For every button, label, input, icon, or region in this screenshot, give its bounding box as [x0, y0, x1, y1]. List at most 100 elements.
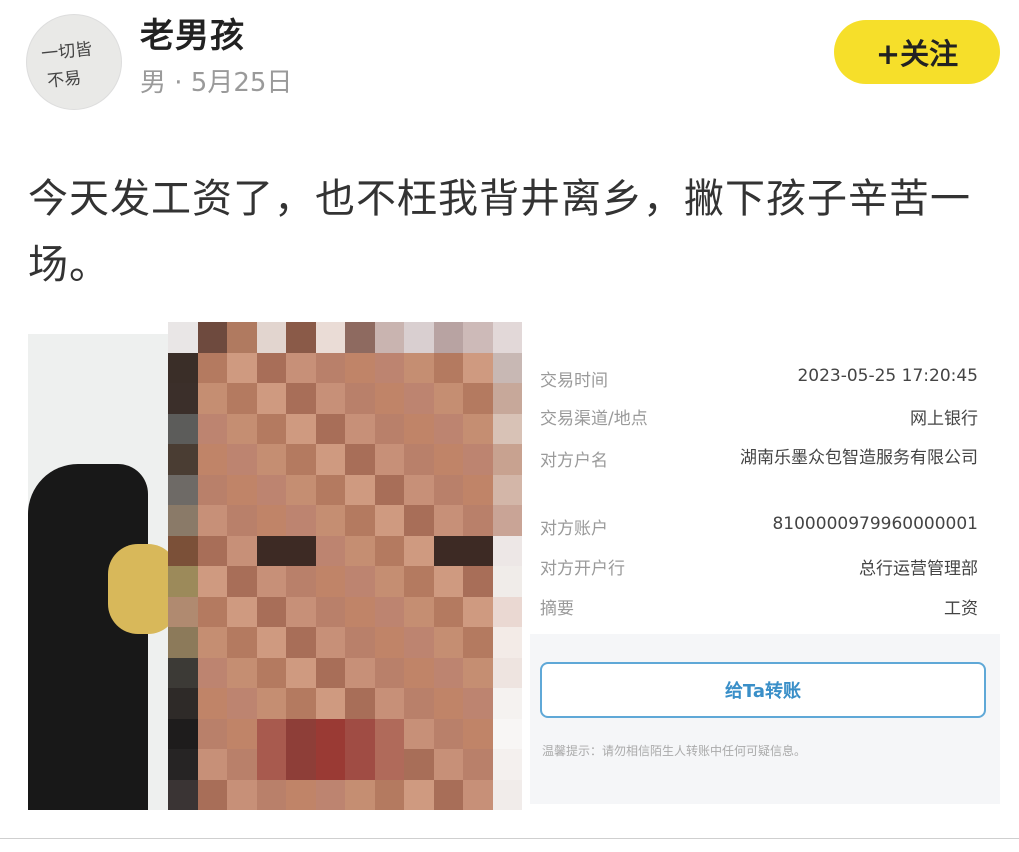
mosaic-tile [227, 474, 257, 505]
follow-button[interactable]: +关注 [834, 20, 1000, 84]
mosaic-tile [168, 718, 198, 749]
mosaic-tile [345, 688, 375, 719]
mosaic-tile [315, 779, 345, 810]
mosaic-tile [315, 749, 345, 780]
mosaic-tile [315, 688, 345, 719]
avatar-scribble-line1: 一切皆 [40, 39, 94, 65]
mosaic-tile [286, 657, 316, 688]
receipt-row: 对方户名 湖南乐墨众包智造服务有限公司 [540, 446, 978, 471]
mosaic-tile [227, 596, 257, 627]
mosaic-tile [168, 322, 198, 353]
mosaic-tile [492, 566, 522, 597]
mosaic-tile [227, 627, 257, 658]
mosaic-tile [345, 779, 375, 810]
post-meta: 男 · 5月25日 [140, 68, 293, 98]
mosaic-tile [492, 383, 522, 414]
mosaic-tile [492, 474, 522, 505]
mosaic-tile [315, 596, 345, 627]
mosaic-tile [374, 779, 404, 810]
mosaic-tile [168, 474, 198, 505]
mosaic-tile [197, 779, 227, 810]
mosaic-tile [197, 749, 227, 780]
mosaic-tile [315, 627, 345, 658]
photo-shadow-figure [28, 464, 148, 810]
receipt-row: 交易渠道/地点 网上银行 [540, 404, 978, 429]
mosaic-tile [404, 474, 434, 505]
mosaic-tile [463, 505, 493, 536]
mosaic-tile [286, 749, 316, 780]
mosaic-tile [227, 444, 257, 475]
mosaic-tile [168, 566, 198, 597]
mosaic-tile [492, 505, 522, 536]
receipt-label: 对方开户行 [540, 559, 625, 579]
mosaic-tile [463, 322, 493, 353]
mosaic-tile [227, 352, 257, 383]
mosaic-tile [315, 322, 345, 353]
mosaic-tile [374, 718, 404, 749]
username[interactable]: 老男孩 [140, 8, 245, 57]
photo-left[interactable] [28, 334, 168, 810]
mosaic-tile [315, 474, 345, 505]
mosaic-tile [345, 657, 375, 688]
mosaic-tile [286, 535, 316, 566]
receipt-label: 对方户名 [540, 451, 608, 471]
mosaic-tile [433, 596, 463, 627]
mosaic-tile [433, 688, 463, 719]
mosaic-tile [492, 352, 522, 383]
receipt-label: 交易时间 [540, 371, 608, 391]
mosaic-tile [256, 474, 286, 505]
mosaic-tile [256, 718, 286, 749]
mosaic-tile [404, 657, 434, 688]
mosaic-tile [463, 657, 493, 688]
mosaic-tile [433, 779, 463, 810]
receipt-row: 交易时间 2023-05-25 17:20:45 [540, 366, 978, 391]
mosaic-tile [227, 688, 257, 719]
receipt-value: 2023-05-25 17:20:45 [797, 366, 978, 386]
mosaic-tile [197, 413, 227, 444]
mosaic-tile [374, 383, 404, 414]
mosaic-tile [286, 566, 316, 597]
mosaic-tile [492, 779, 522, 810]
mosaic-tile [256, 657, 286, 688]
mosaic-tile [374, 505, 404, 536]
mosaic-tile [315, 352, 345, 383]
mosaic-tile [256, 779, 286, 810]
mosaic-tile [315, 657, 345, 688]
mosaic-tile [315, 444, 345, 475]
mosaic-tile [345, 505, 375, 536]
mosaic-tile [315, 566, 345, 597]
mosaic-tile [492, 688, 522, 719]
mosaic-tile [463, 749, 493, 780]
mosaic-tile [433, 383, 463, 414]
mosaic-tile [197, 718, 227, 749]
mosaic-tile [286, 718, 316, 749]
bank-receipt-image[interactable]: 交易时间 2023-05-25 17:20:45 交易渠道/地点 网上银行 对方… [530, 322, 1000, 810]
mosaic-tile [492, 718, 522, 749]
mosaic-tile [286, 413, 316, 444]
mosaic-tile [374, 474, 404, 505]
mosaic-tile [345, 718, 375, 749]
mosaic-tile [404, 535, 434, 566]
mosaic-tile [286, 444, 316, 475]
receipt-label: 对方账户 [540, 519, 608, 539]
mosaic-tile [197, 352, 227, 383]
mosaic-tile [404, 627, 434, 658]
receipt-footer-area [530, 634, 1000, 804]
mosaic-tile [315, 413, 345, 444]
mosaic-tile [404, 444, 434, 475]
mosaic-tile [463, 688, 493, 719]
avatar[interactable]: 一切皆 不易 [26, 14, 122, 110]
mosaic-tile [345, 444, 375, 475]
mosaic-tile [286, 322, 316, 353]
mosaic-tile [374, 749, 404, 780]
mosaic-tile [286, 383, 316, 414]
mosaic-tile [463, 718, 493, 749]
mosaic-tile [315, 383, 345, 414]
mosaic-tile [256, 413, 286, 444]
divider [0, 838, 1019, 839]
mosaic-tile [492, 535, 522, 566]
transfer-button[interactable]: 给Ta转账 [540, 662, 986, 718]
mosaic-tile [433, 322, 463, 353]
pixelated-face-image[interactable] [168, 322, 522, 810]
mosaic-tile [404, 688, 434, 719]
